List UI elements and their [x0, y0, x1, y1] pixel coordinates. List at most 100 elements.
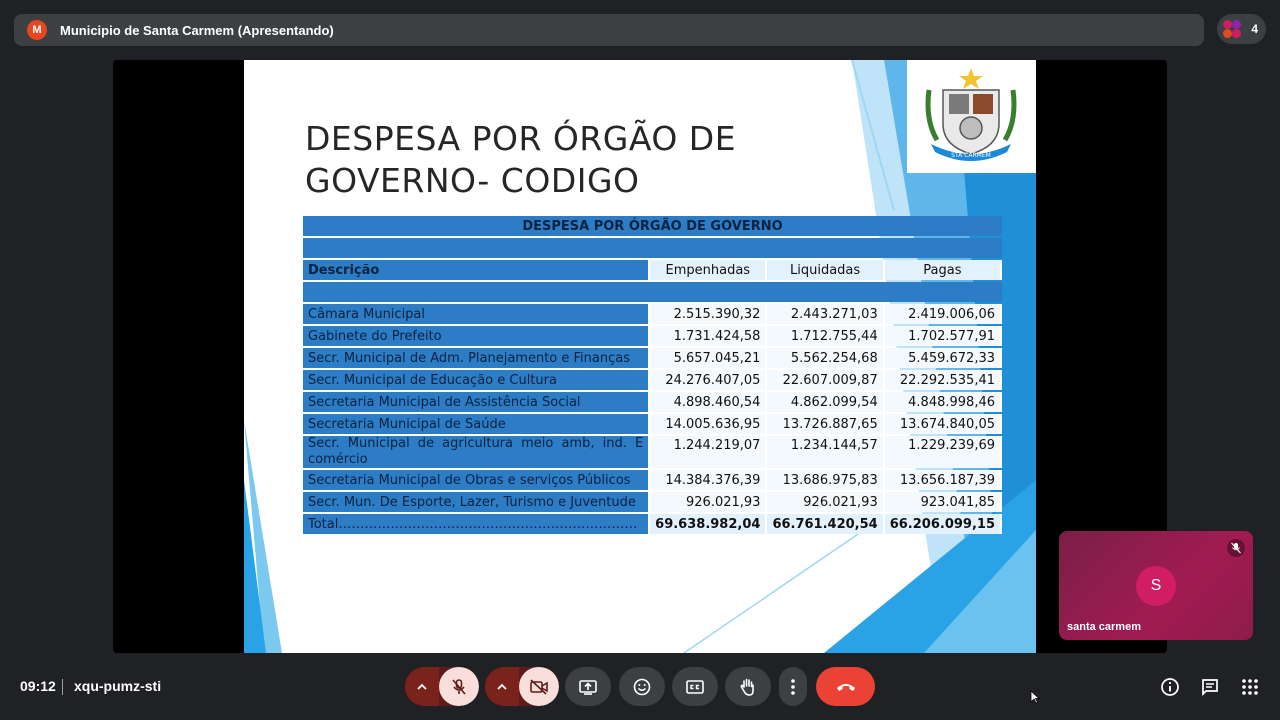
meeting-time: 09:12 — [20, 678, 56, 694]
participants-count: 4 — [1251, 22, 1258, 36]
mic-off-icon — [1227, 539, 1245, 557]
shared-slide: DESPESA POR ÓRGÃO DE GOVERNO- CODIGO STA… — [244, 60, 1036, 653]
microphone-control — [405, 667, 479, 706]
row-desc: Secretaria Municipal de Assistência Soci… — [303, 392, 651, 412]
toggle-microphone-button[interactable] — [439, 667, 479, 706]
meeting-code: xqu-pumz-sti — [74, 678, 162, 694]
row-desc: Secr. Municipal de Educação e Cultura — [303, 370, 651, 390]
presenter-avatar: M — [27, 20, 47, 40]
participants-avatars-icon — [1223, 20, 1241, 38]
table-row: Câmara Municipal 2.515.390,32 2.443.271,… — [303, 304, 1002, 324]
row-desc: Secr. Municipal de agricultura meio amb,… — [303, 436, 651, 468]
table-blank-row — [303, 282, 1002, 302]
table-header-row: Descrição Empenhadas Liquidadas Pagas — [303, 260, 1002, 280]
row-liquidadas: 22.607.009,87 — [767, 370, 885, 390]
row-empenhadas: 4.898.460,54 — [650, 392, 768, 412]
row-liquidadas: 926.021,93 — [767, 492, 885, 512]
row-pagas: 923.041,85 — [884, 492, 1002, 512]
row-empenhadas: 14.005.636,95 — [650, 414, 768, 434]
row-liquidadas: 2.443.271,03 — [767, 304, 885, 324]
row-empenhadas: 14.384.376,39 — [650, 470, 768, 490]
apps-grid-icon — [1242, 679, 1258, 695]
emoji-icon — [633, 678, 651, 695]
row-pagas: 22.292.535,41 — [884, 370, 1002, 390]
col-header-pagas: Pagas — [884, 260, 1002, 280]
col-header-empenhadas: Empenhadas — [650, 260, 768, 280]
raise-hand-button[interactable] — [725, 667, 771, 706]
row-empenhadas: 5.657.045,21 — [650, 348, 768, 368]
divider — [62, 679, 63, 695]
presentation-title: Municipio de Santa Carmem (Apresentando) — [60, 22, 334, 38]
mic-off-icon — [452, 678, 466, 695]
audio-options-button[interactable] — [405, 667, 439, 706]
present-screen-button[interactable] — [565, 667, 611, 706]
row-empenhadas: 24.276.407,05 — [650, 370, 768, 390]
more-options-button[interactable] — [779, 667, 807, 706]
col-header-descricao: Descrição — [303, 260, 651, 280]
table-row: Gabinete do Prefeito 1.731.424,58 1.712.… — [303, 326, 1002, 346]
info-icon — [1161, 678, 1179, 696]
table-row: Secretaria Municipal de Assistência Soci… — [303, 392, 1002, 412]
captions-button[interactable] — [672, 667, 718, 706]
row-liquidadas: 4.862.099,54 — [767, 392, 885, 412]
table-title-row: DESPESA POR ÓRGÃO DE GOVERNO — [303, 216, 1002, 236]
row-empenhadas: 2.515.390,32 — [650, 304, 768, 324]
presentation-bar: M Municipio de Santa Carmem (Apresentand… — [14, 14, 1204, 46]
toggle-camera-button[interactable] — [519, 667, 559, 706]
more-vertical-icon — [791, 678, 795, 695]
present-screen-icon — [579, 679, 597, 695]
table-row: Secretaria Municipal de Obras e serviços… — [303, 470, 1002, 490]
table-row: Secretaria Municipal de Saúde 14.005.636… — [303, 414, 1002, 434]
row-liquidadas: 13.726.887,65 — [767, 414, 885, 434]
reactions-button[interactable] — [619, 667, 665, 706]
row-desc: Gabinete do Prefeito — [303, 326, 651, 346]
activities-button[interactable] — [1239, 676, 1261, 698]
chat-icon — [1202, 679, 1218, 697]
row-empenhadas: 1.244.219,07 — [650, 436, 768, 468]
closed-captions-icon — [686, 679, 704, 694]
video-options-button[interactable] — [485, 667, 519, 706]
table-row: Secr. Municipal de agricultura meio amb,… — [303, 436, 1002, 468]
chat-button[interactable] — [1199, 676, 1221, 698]
slide-title: DESPESA POR ÓRGÃO DE GOVERNO- CODIGO — [305, 118, 736, 202]
row-pagas: 4.848.998,46 — [884, 392, 1002, 412]
table-row: Secr. Mun. De Esporte, Lazer, Turismo e … — [303, 492, 1002, 512]
camera-off-icon — [530, 678, 548, 695]
coat-of-arms-icon: STA CARMEM — [925, 68, 1017, 161]
row-liquidadas: 5.562.254,68 — [767, 348, 885, 368]
total-desc: Total…………………………………………………………… — [303, 514, 651, 534]
table-row: Secr. Municipal de Adm. Planejamento e F… — [303, 348, 1002, 368]
participant-tile[interactable]: S santa carmem — [1059, 531, 1253, 640]
leave-call-button[interactable] — [816, 667, 875, 706]
row-empenhadas: 926.021,93 — [650, 492, 768, 512]
participants-chip[interactable]: 4 — [1217, 14, 1266, 44]
presentation-stage: DESPESA POR ÓRGÃO DE GOVERNO- CODIGO STA… — [113, 60, 1167, 653]
slide-title-line-2: GOVERNO- CODIGO — [305, 161, 640, 200]
row-liquidadas: 13.686.975,83 — [767, 470, 885, 490]
total-empenhadas: 69.638.982,04 — [650, 514, 768, 534]
chevron-up-icon — [417, 683, 427, 690]
hang-up-icon — [836, 683, 855, 691]
row-pagas: 1.702.577,91 — [884, 326, 1002, 346]
table-row: Secr. Municipal de Educação e Cultura 24… — [303, 370, 1002, 390]
row-liquidadas: 1.234.144,57 — [767, 436, 885, 468]
table-total-row: Total…………………………………………………………… 69.638.982,… — [303, 514, 1002, 534]
total-liquidadas: 66.761.420,54 — [767, 514, 885, 534]
row-liquidadas: 1.712.755,44 — [767, 326, 885, 346]
participant-avatar: S — [1136, 566, 1176, 606]
meeting-details-button[interactable] — [1159, 676, 1181, 698]
expenses-table: DESPESA POR ÓRGÃO DE GOVERNO Descrição E… — [303, 214, 1002, 536]
municipality-logo: STA CARMEM — [907, 60, 1036, 173]
row-desc: Secr. Mun. De Esporte, Lazer, Turismo e … — [303, 492, 651, 512]
row-desc: Câmara Municipal — [303, 304, 651, 324]
table-title: DESPESA POR ÓRGÃO DE GOVERNO — [303, 216, 1002, 236]
row-empenhadas: 1.731.424,58 — [650, 326, 768, 346]
participant-name: santa carmem — [1067, 621, 1141, 633]
total-pagas: 66.206.099,15 — [884, 514, 1002, 534]
logo-ribbon-text: STA CARMEM — [951, 152, 991, 159]
col-header-liquidadas: Liquidadas — [767, 260, 885, 280]
row-pagas: 13.656.187,39 — [884, 470, 1002, 490]
raise-hand-icon — [740, 678, 754, 696]
chevron-up-icon — [497, 683, 507, 690]
camera-control — [485, 667, 559, 706]
